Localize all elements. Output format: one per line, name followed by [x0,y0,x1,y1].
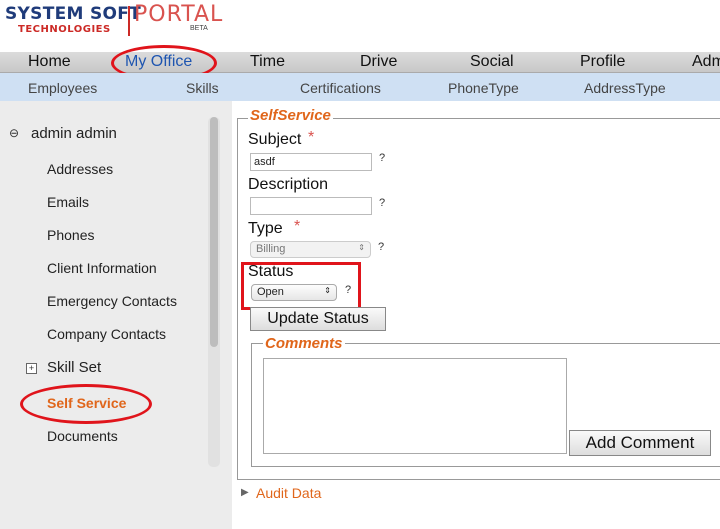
tree-item-documents[interactable]: Documents [47,428,118,444]
tree-item-emergency-contacts[interactable]: Emergency Contacts [47,293,177,309]
subject-label: Subject [248,131,302,148]
tree-root-admin[interactable]: admin admin [31,125,117,142]
nav-profile[interactable]: Profile [580,53,625,71]
beta-badge: BETA [190,25,208,32]
subject-help-icon[interactable]: ? [379,152,385,164]
update-status-button[interactable]: Update Status [250,307,386,331]
self-service-highlight [20,384,152,424]
status-select[interactable]: Open ⇕ [251,284,337,301]
description-input[interactable] [250,197,372,215]
expand-icon[interactable]: + [26,363,37,374]
top-nav: Home My Office Time Drive Social Profile… [0,52,720,73]
comment-textarea[interactable] [263,358,567,454]
type-label: Type [248,220,283,237]
subnav-skills[interactable]: Skills [186,80,219,96]
description-label: Description [248,176,329,193]
subnav-phonetype[interactable]: PhoneType [448,80,519,96]
sidebar-tree: ⊖ admin admin Addresses Emails Phones Cl… [0,101,232,529]
type-help-icon[interactable]: ? [378,241,384,253]
status-select-value: Open [257,286,284,298]
select-arrows-icon: ⇕ [358,243,365,252]
sub-nav: Employees Skills Certifications PhoneTyp… [0,73,720,101]
tree-item-addresses[interactable]: Addresses [47,161,113,177]
status-label: Status [248,263,294,280]
status-help-icon[interactable]: ? [345,284,351,296]
type-required-mark: * [294,218,301,235]
tree-item-emails[interactable]: Emails [47,194,89,210]
comments-legend: Comments [263,335,345,352]
subnav-employees[interactable]: Employees [28,80,97,96]
add-comment-button[interactable]: Add Comment [569,430,711,456]
logo-system-soft: SYSTEM SOFT [5,4,142,24]
nav-admin[interactable]: Adm [692,53,720,71]
collapse-icon[interactable]: ⊖ [9,127,19,139]
selfservice-legend: SelfService [248,107,333,124]
subnav-addresstype[interactable]: AddressType [584,80,666,96]
subject-required-mark: * [308,129,315,146]
tree-item-company-contacts[interactable]: Company Contacts [47,326,166,342]
nav-time[interactable]: Time [250,53,285,71]
subnav-certifications[interactable]: Certifications [300,80,381,96]
type-select-value: Billing [256,243,286,255]
tree-item-phones[interactable]: Phones [47,227,94,243]
nav-drive[interactable]: Drive [360,53,397,71]
description-help-icon[interactable]: ? [379,197,385,209]
logo-divider [128,6,130,36]
logo-technologies: TECHNOLOGIES [18,24,111,35]
sidebar-scroll-thumb[interactable] [210,117,218,347]
tree-item-client-information[interactable]: Client Information [47,260,157,276]
nav-social[interactable]: Social [470,53,514,71]
audit-data-link[interactable]: Audit Data [256,485,321,501]
select-arrows-icon: ⇕ [324,286,331,295]
nav-home[interactable]: Home [28,53,71,71]
type-select[interactable]: Billing ⇕ [250,241,371,258]
tree-item-skill-set[interactable]: Skill Set [47,359,101,376]
subject-input[interactable]: asdf [250,153,372,171]
logo-portal: PORTAL [134,2,224,27]
expand-triangle-icon[interactable]: ▶ [241,487,249,498]
